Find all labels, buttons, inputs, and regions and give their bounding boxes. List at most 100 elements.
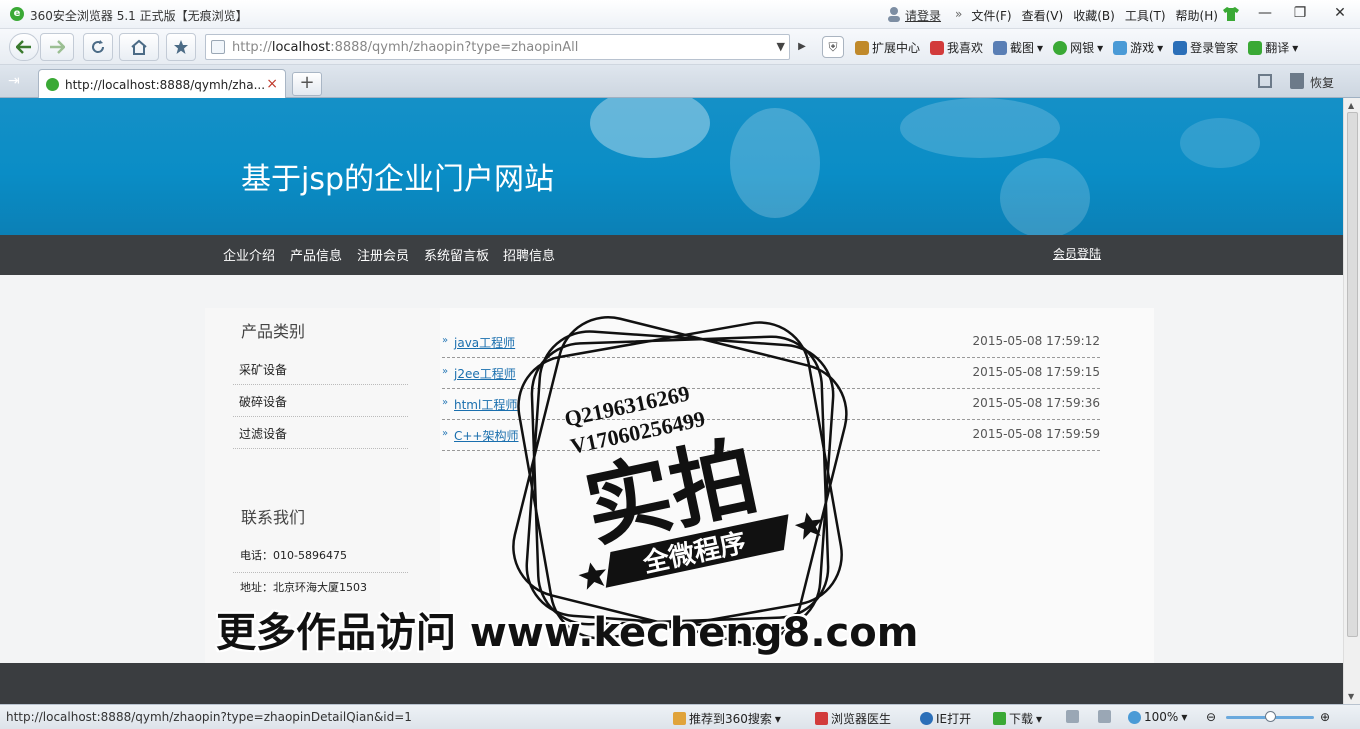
favorite-star-button[interactable] (166, 33, 196, 61)
nav-products[interactable]: 产品信息 (290, 245, 342, 264)
banner-decoration (900, 98, 1060, 158)
window-title: 360安全浏览器 5.1 正式版【无痕浏览】 (30, 9, 248, 23)
window-mode-icon[interactable] (1066, 710, 1079, 723)
tab-active[interactable]: http://localhost:8888/qymh/zha... × (38, 69, 286, 98)
menu-favorites[interactable]: 收藏(B) (1068, 7, 1120, 24)
user-icon[interactable] (887, 6, 901, 22)
banner-decoration (730, 108, 820, 218)
star-icon (174, 40, 188, 54)
key-icon (1173, 40, 1188, 55)
extension-icon (855, 40, 869, 55)
refresh-button[interactable] (83, 33, 113, 61)
nav-message-board[interactable]: 系统留言板 (424, 245, 489, 264)
category-mining-link[interactable]: 采矿设备 (233, 353, 408, 385)
address-url[interactable]: http://localhost:8888/qymh/zhaopin?type=… (232, 40, 578, 55)
menu-view[interactable]: 查看(V) (1017, 7, 1069, 24)
maximize-button[interactable]: ❐ (1285, 2, 1315, 24)
extension-center-button[interactable]: 扩展中心 (855, 39, 920, 56)
browser-doctor-button[interactable]: 浏览器医生 (815, 710, 891, 727)
back-button[interactable] (9, 33, 39, 61)
job-date: 2015-05-08 17:59:15 (972, 365, 1100, 379)
watermark-site-text: 更多作品访问 www.kecheng8.com (216, 610, 919, 656)
banner-decoration (1000, 158, 1090, 235)
menu-separator: » (955, 7, 963, 21)
ebank-button[interactable]: 网银 ▾ (1053, 39, 1103, 56)
browser-toolbar: http://localhost:8888/qymh/zhaopin?type=… (0, 29, 1360, 65)
star-icon (578, 562, 606, 590)
browser-logo-icon: e (10, 7, 24, 21)
zoom-slider[interactable] (1226, 711, 1314, 722)
member-login-link[interactable]: 会员登陆 (1053, 245, 1101, 262)
minimize-button[interactable]: — (1250, 2, 1280, 24)
address-dropdown-icon[interactable]: ▼ (777, 40, 785, 53)
tab-close-icon[interactable]: × (266, 76, 278, 92)
toolbar-tools: 扩展中心 我喜欢 截图 ▾ 网银 ▾ 游戏 ▾ 登录管家 翻译 ▾ (855, 39, 1298, 56)
ie-open-button[interactable]: IE打开 (920, 710, 971, 727)
menu-help[interactable]: 帮助(H) (1171, 7, 1223, 24)
site-footer (0, 663, 1343, 704)
download-button[interactable]: 下载 ▾ (993, 710, 1042, 727)
menu-file[interactable]: 文件(F) (966, 7, 1016, 24)
status-url: http://localhost:8888/qymh/zhaopin?type=… (6, 710, 412, 724)
page-scrollbar[interactable]: ▲ ▼ (1343, 98, 1360, 704)
bank-icon (1053, 40, 1068, 55)
job-date: 2015-05-08 17:59:36 (972, 396, 1100, 410)
bullet-icon: » (442, 428, 449, 439)
contact-address: 地址：北京环海大厦1503 (240, 581, 367, 594)
site-banner: 基于jsp的企业门户网站 (0, 98, 1343, 235)
translate-button[interactable]: 翻译 ▾ (1248, 39, 1298, 56)
site-title: 基于jsp的企业门户网站 (241, 162, 555, 197)
nav-register[interactable]: 注册会员 (357, 245, 409, 264)
banner-decoration (1180, 118, 1260, 168)
scroll-thumb[interactable] (1347, 112, 1358, 637)
category-filter-link[interactable]: 过滤设备 (233, 417, 408, 449)
recommend-360-search-button[interactable]: 推荐到360搜索 ▾ (673, 710, 781, 727)
window-list-icon[interactable] (1258, 74, 1272, 88)
games-button[interactable]: 游戏 ▾ (1113, 39, 1163, 56)
security-shield-button[interactable]: ⛨ (822, 36, 844, 58)
forward-arrow-icon (50, 40, 65, 54)
heart-icon (930, 40, 945, 55)
bullet-icon: » (442, 397, 449, 408)
scroll-up-icon[interactable]: ▲ (1348, 101, 1354, 110)
zoom-in-icon[interactable]: ⊕ (1320, 710, 1330, 724)
zoom-button[interactable]: 100% ▾ (1128, 710, 1187, 724)
go-button[interactable]: ▶ (793, 38, 811, 56)
contact-phone: 电话：010-5896475 (233, 541, 408, 573)
zoom-out-icon[interactable]: ⊖ (1206, 710, 1216, 724)
mute-icon[interactable] (1098, 710, 1111, 723)
category-crushing-link[interactable]: 破碎设备 (233, 385, 408, 417)
new-tab-button[interactable]: + (292, 72, 322, 96)
ie-icon (920, 712, 933, 725)
medkit-icon (815, 712, 828, 725)
job-date: 2015-05-08 17:59:59 (972, 427, 1100, 441)
site-nav: 企业介绍 产品信息 注册会员 系统留言板 招聘信息 会员登陆 (0, 235, 1343, 275)
close-window-button[interactable]: ✕ (1325, 2, 1355, 24)
menu-bar: » 文件(F) 查看(V) 收藏(B) 工具(T) 帮助(H) (955, 7, 1223, 24)
translate-icon (1248, 40, 1263, 55)
thumbs-up-icon (673, 712, 686, 725)
tab-label: http://localhost:8888/qymh/zha... (65, 78, 266, 92)
download-arrow-icon (993, 712, 1006, 725)
scroll-down-icon[interactable]: ▼ (1348, 692, 1354, 701)
forward-button[interactable] (40, 33, 74, 61)
zoom-slider-knob[interactable] (1265, 711, 1276, 722)
tab-favicon-icon (46, 78, 59, 91)
address-bar[interactable]: http://localhost:8888/qymh/zhaopin?type=… (205, 34, 790, 60)
like-button[interactable]: 我喜欢 (930, 39, 983, 56)
nav-company-intro[interactable]: 企业介绍 (223, 245, 275, 264)
job-date: 2015-05-08 17:59:12 (972, 334, 1100, 348)
trash-icon[interactable] (1290, 73, 1304, 89)
sidebar-toggle-icon[interactable]: ⇥ (8, 73, 20, 89)
menu-tools[interactable]: 工具(T) (1120, 7, 1171, 24)
skin-shirt-icon[interactable] (1222, 6, 1240, 22)
restore-button[interactable]: 恢复 (1310, 74, 1334, 91)
screenshot-button[interactable]: 截图 ▾ (993, 39, 1043, 56)
login-manager-button[interactable]: 登录管家 (1173, 39, 1238, 56)
product-category-heading: 产品类别 (241, 322, 306, 341)
login-link[interactable]: 请登录 (905, 7, 941, 24)
home-button[interactable] (119, 33, 159, 61)
status-bar: http://localhost:8888/qymh/zhaopin?type=… (0, 704, 1360, 729)
nav-recruitment[interactable]: 招聘信息 (503, 245, 555, 264)
window-title-bar: e 360安全浏览器 5.1 正式版【无痕浏览】 请登录 » 文件(F) 查看(… (0, 0, 1360, 29)
